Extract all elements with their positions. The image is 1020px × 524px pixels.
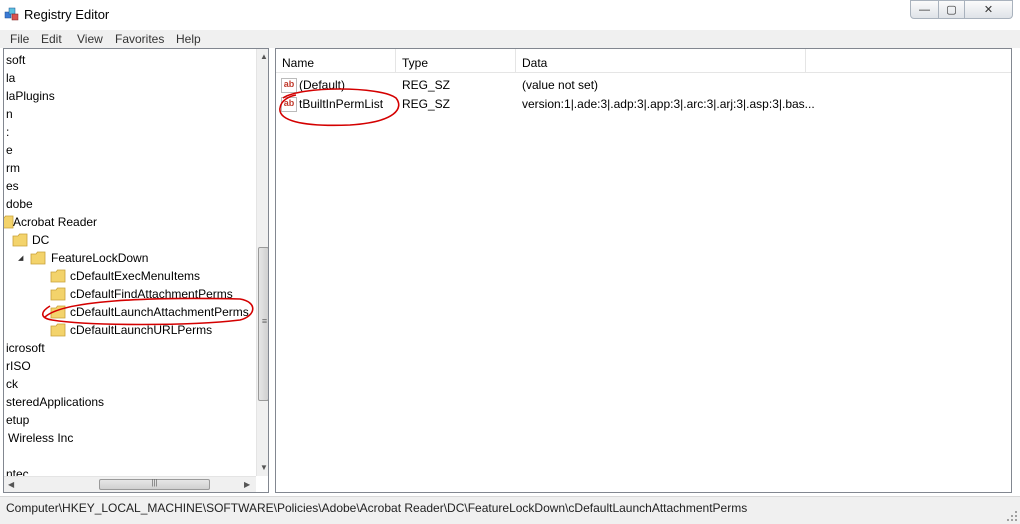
scroll-up-arrow-icon[interactable]: ▲ — [260, 52, 268, 61]
value-name: (Default) — [299, 78, 346, 92]
list-row[interactable]: ab tBuiltInPermList REG_SZ version:1|.ad… — [276, 95, 1011, 114]
column-header-data[interactable]: Data — [516, 49, 806, 73]
tree-horizontal-scrollbar[interactable]: ◀ ||| ▶ — [4, 476, 256, 492]
vertical-scroll-thumb[interactable]: ≡ — [258, 247, 268, 401]
minimize-icon: — — [919, 3, 930, 16]
scroll-right-arrow-icon[interactable]: ▶ — [244, 480, 250, 489]
tree-item[interactable]: etup — [6, 411, 29, 429]
list-header: Name Type Data — [276, 49, 1011, 73]
tree-item[interactable]: : — [6, 123, 9, 141]
tree-item[interactable]: rISO — [6, 357, 31, 375]
scroll-grip-icon: ≡ — [261, 316, 268, 326]
folder-icon — [50, 287, 66, 301]
value-name: tBuiltInPermList — [299, 97, 384, 111]
scroll-down-arrow-icon[interactable]: ▼ — [260, 463, 268, 472]
menu-help[interactable]: Help — [176, 32, 201, 46]
status-bar: Computer\HKEY_LOCAL_MACHINE\SOFTWARE\Pol… — [0, 496, 1020, 524]
tree-item[interactable]: steredApplications — [6, 393, 104, 411]
tree-item[interactable]: es — [6, 177, 19, 195]
tree-item[interactable]: icrosoft — [6, 339, 45, 357]
tree-item-dc[interactable]: DC — [32, 231, 49, 249]
values-list[interactable]: Name Type Data ab (Default) REG_SZ (valu… — [275, 48, 1012, 493]
tree-item[interactable]: la — [6, 69, 15, 87]
column-header-name[interactable]: Name — [276, 49, 396, 73]
tree-item[interactable]: n — [6, 105, 13, 123]
title-bar: Registry Editor — ▢ ✕ — [0, 0, 1020, 30]
registry-editor-icon — [4, 7, 19, 21]
tree-item-cdefaultexecmenuitems[interactable]: cDefaultExecMenuItems — [70, 267, 200, 285]
tree-item-featurelockdown[interactable]: FeatureLockDown — [51, 249, 148, 267]
folder-icon — [50, 305, 66, 319]
value-data: (value not set) — [522, 78, 599, 92]
tree-item-cdefaultlaunchurlperms[interactable]: cDefaultLaunchURLPerms — [70, 321, 212, 339]
maximize-button[interactable]: ▢ — [938, 0, 965, 19]
minimize-button[interactable]: — — [910, 0, 939, 19]
value-type: REG_SZ — [402, 78, 451, 92]
tree-vertical-scrollbar[interactable]: ▲ ≡ ▼ — [256, 49, 268, 476]
folder-icon — [50, 323, 66, 337]
tree-item[interactable]: soft — [6, 51, 25, 69]
tree-item-cdefaultlaunchattachmentperms[interactable]: cDefaultLaunchAttachmentPerms — [70, 303, 249, 321]
status-path: Computer\HKEY_LOCAL_MACHINE\SOFTWARE\Pol… — [6, 501, 748, 515]
menu-favorites[interactable]: Favorites — [115, 32, 164, 46]
tree-item[interactable]: e — [6, 141, 13, 159]
value-data: version:1|.ade:3|.adp:3|.app:3|.arc:3|.a… — [522, 97, 815, 111]
menu-bar: File Edit View Favorites Help — [0, 30, 1020, 48]
folder-icon — [12, 233, 28, 247]
column-header-type[interactable]: Type — [396, 49, 516, 73]
tree-item[interactable]: dobe — [6, 195, 33, 213]
scroll-left-arrow-icon[interactable]: ◀ — [8, 480, 14, 489]
resize-grip-icon[interactable] — [1006, 510, 1018, 522]
registry-tree[interactable]: soft la laPlugins n : e rm es dobe Acrob… — [3, 48, 269, 493]
tree-item-acrobat-reader[interactable]: Acrobat Reader — [13, 213, 97, 231]
string-value-icon: ab — [281, 97, 297, 112]
horizontal-scroll-thumb[interactable]: ||| — [99, 478, 210, 490]
open-folder-icon — [30, 251, 46, 265]
window-title: Registry Editor — [24, 7, 110, 22]
menu-file[interactable]: File — [10, 32, 29, 46]
string-value-icon: ab — [281, 78, 297, 93]
tree-item-cdefaultfindattachmentperms[interactable]: cDefaultFindAttachmentPerms — [70, 285, 233, 303]
close-button[interactable]: ✕ — [964, 0, 1013, 19]
menu-view[interactable]: View — [77, 32, 103, 46]
tree-item[interactable]: rm — [6, 159, 20, 177]
scroll-grip-icon: ||| — [151, 478, 158, 487]
collapse-arrow-icon[interactable]: ◢ — [18, 254, 23, 262]
close-icon: ✕ — [983, 4, 994, 16]
value-type: REG_SZ — [402, 97, 451, 111]
maximize-icon: ▢ — [946, 4, 957, 16]
tree-item[interactable]: Wireless Inc — [8, 429, 73, 447]
list-row[interactable]: ab (Default) REG_SZ (value not set) — [276, 76, 1011, 95]
tree-item[interactable]: ck — [6, 375, 18, 393]
menu-edit[interactable]: Edit — [41, 32, 62, 46]
folder-icon — [50, 269, 66, 283]
tree-item[interactable]: laPlugins — [6, 87, 55, 105]
